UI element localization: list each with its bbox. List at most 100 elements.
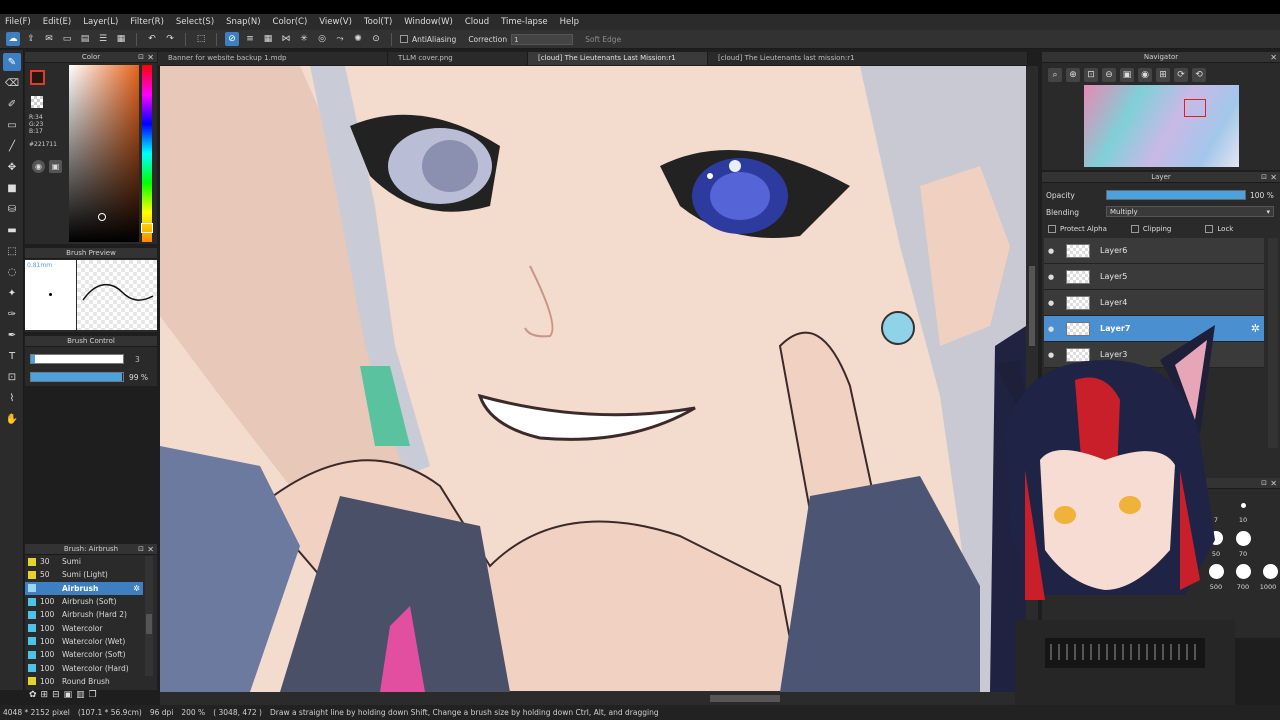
color-wheel-icon[interactable]: ◉ [32,160,45,173]
saturation-value-picker[interactable] [69,65,139,242]
divide-tool-icon[interactable]: ⊡ [3,368,21,386]
select-pen-tool-icon[interactable]: ✑ [3,305,21,323]
menu-view[interactable]: View(V) [319,17,352,27]
menu-time-lapse[interactable]: Time-lapse [501,17,548,27]
zoom-in-icon[interactable]: ⊕ [1066,68,1080,82]
zoom-out-icon[interactable]: ⊖ [1102,68,1116,82]
snap-radial-icon[interactable]: ✳ [297,32,311,46]
hue-slider-handle[interactable] [141,223,153,233]
snap-curve-icon[interactable]: ⤳ [333,32,347,46]
tab-tllm-cover[interactable]: TLLM cover.png [388,52,528,65]
antialiasing-checkbox[interactable] [400,35,408,43]
text-tool-icon[interactable]: T [3,347,21,365]
layer-opacity-value[interactable]: 100 % [1250,191,1274,200]
size-dot-700[interactable] [1236,564,1251,579]
size-dot-1000[interactable] [1263,564,1278,579]
menu-window[interactable]: Window(W) [404,17,453,27]
snap-off-icon[interactable]: ⊘ [225,32,239,46]
clipping-checkbox[interactable] [1130,225,1139,233]
size-dot-10[interactable] [1241,503,1246,508]
brush-opacity-slider[interactable] [30,372,124,382]
menu-cloud[interactable]: Cloud [465,17,489,27]
save-icon[interactable]: ⇪ [24,32,38,46]
tab-lieutenants-mission-2[interactable]: [cloud] The Lieutenants last mission:r1 [708,52,1028,65]
layer-opacity-slider[interactable] [1106,190,1246,200]
lock-checkbox[interactable] [1205,225,1214,233]
deselect-icon[interactable]: ⬚ [194,32,208,46]
correction-field[interactable]: 1 [511,33,574,45]
brush-opacity-value[interactable]: 99 % [129,373,148,382]
snap-settings-icon[interactable]: ✺ [351,32,365,46]
panel-close-icon[interactable]: ✕ [1270,478,1277,489]
color-mode-icon[interactable]: ▣ [49,160,62,173]
brush-list-item[interactable]: Airbrush ✲ [25,581,143,595]
brush-settings-gear-icon[interactable]: ✲ [133,584,140,593]
layer-list-scrollbar[interactable] [1268,238,1278,448]
shape-tool-icon[interactable]: ▭ [3,116,21,134]
undo-icon[interactable]: ↶ [145,32,159,46]
menu-color[interactable]: Color(C) [273,17,308,27]
panel-pin-icon[interactable]: ⊡ [138,544,144,555]
hand-tool-icon[interactable]: ✋ [3,410,21,428]
menu-snap[interactable]: Snap(N) [226,17,260,27]
rotate-reset-icon[interactable]: ◉ [1138,68,1152,82]
visibility-eye-icon[interactable]: ● [1044,273,1058,281]
eraser-tool-icon[interactable]: ⌫ [3,74,21,92]
grid-icon[interactable]: ▦ [114,32,128,46]
brush-list-item[interactable]: 100 Watercolor [25,621,143,634]
snap-parallel-icon[interactable]: ≡ [243,32,257,46]
line-tool-icon[interactable]: ╱ [3,137,21,155]
brush-list-item[interactable]: 100 Watercolor (Wet) [25,635,143,648]
blending-select[interactable]: Multiply ▾ [1106,206,1274,217]
brush-size-slider[interactable] [30,354,124,364]
rotate-reverse-icon[interactable]: ⟲ [1192,68,1206,82]
brush-list-scrollbar[interactable] [145,556,153,676]
panel-pin-icon[interactable]: ⊡ [1261,172,1267,183]
lasso-tool-icon[interactable]: ◌ [3,263,21,281]
menu-help[interactable]: Help [560,17,579,27]
page-icon[interactable]: ▤ [78,32,92,46]
hue-slider[interactable] [141,65,153,242]
window-icon[interactable]: ▭ [60,32,74,46]
layer-settings-gear-icon[interactable]: ✲ [1251,322,1260,335]
panel-close-icon[interactable]: ✕ [1270,52,1277,63]
menu-filter[interactable]: Filter(R) [130,17,164,27]
list-icon[interactable]: ☰ [96,32,110,46]
snap-circle-icon[interactable]: ◎ [315,32,329,46]
visibility-eye-icon[interactable]: ● [1044,247,1058,255]
fill-rect-tool-icon[interactable]: ■ [3,179,21,197]
panel-pin-icon[interactable]: ⊡ [1261,478,1267,489]
brush-tool-icon[interactable]: ✎ [3,53,21,71]
panel-close-icon[interactable]: ✕ [147,52,154,63]
tab-banner[interactable]: Banner for website backup 1.mdp [158,52,388,65]
eyedropper-tool-icon[interactable]: ⌇ [3,389,21,407]
select-tool-icon[interactable]: ⬚ [3,242,21,260]
brush-settings-icon[interactable]: ✿ [29,690,37,700]
layer-row[interactable]: ● Layer6 [1044,238,1264,264]
brush-list-scroll-thumb[interactable] [146,614,152,634]
brush-list-item[interactable]: 50 Sumi (Light) [25,568,143,581]
brush-delete-icon[interactable]: ▣ [64,690,73,700]
brush-list-item[interactable]: 100 Airbrush (Soft) [25,595,143,608]
foreground-color-swatch[interactable] [30,70,45,85]
comment-icon[interactable]: ✉ [42,32,56,46]
navigator-thumbnail[interactable] [1084,85,1239,167]
brush-add-icon[interactable]: ⊞ [41,690,49,700]
snap-target-icon[interactable]: ⊙ [369,32,383,46]
panel-close-icon[interactable]: ✕ [147,544,154,555]
gradient-tool-icon[interactable]: ▬ [3,221,21,239]
cloud-icon[interactable]: ☁ [6,32,20,46]
zoom-fit-icon[interactable]: ⌕ [1048,68,1062,82]
brush-list-item[interactable]: 100 Round Brush [25,675,143,688]
bucket-tool-icon[interactable]: ⛁ [3,200,21,218]
navigator-viewport-box[interactable] [1184,99,1206,117]
snap-vanishing-icon[interactable]: ⋈ [279,32,293,46]
menu-tool[interactable]: Tool(T) [364,17,392,27]
transparent-color-swatch[interactable] [31,96,43,108]
move-tool-icon[interactable]: ✥ [3,158,21,176]
zoom-actual-icon[interactable]: ⊡ [1084,68,1098,82]
brush-list-item[interactable]: 100 Watercolor (Hard) [25,661,143,674]
rotate-icon[interactable]: ⟳ [1174,68,1188,82]
brush-list-item[interactable]: 100 Watercolor (Soft) [25,648,143,661]
protect-alpha-checkbox[interactable] [1048,225,1056,233]
